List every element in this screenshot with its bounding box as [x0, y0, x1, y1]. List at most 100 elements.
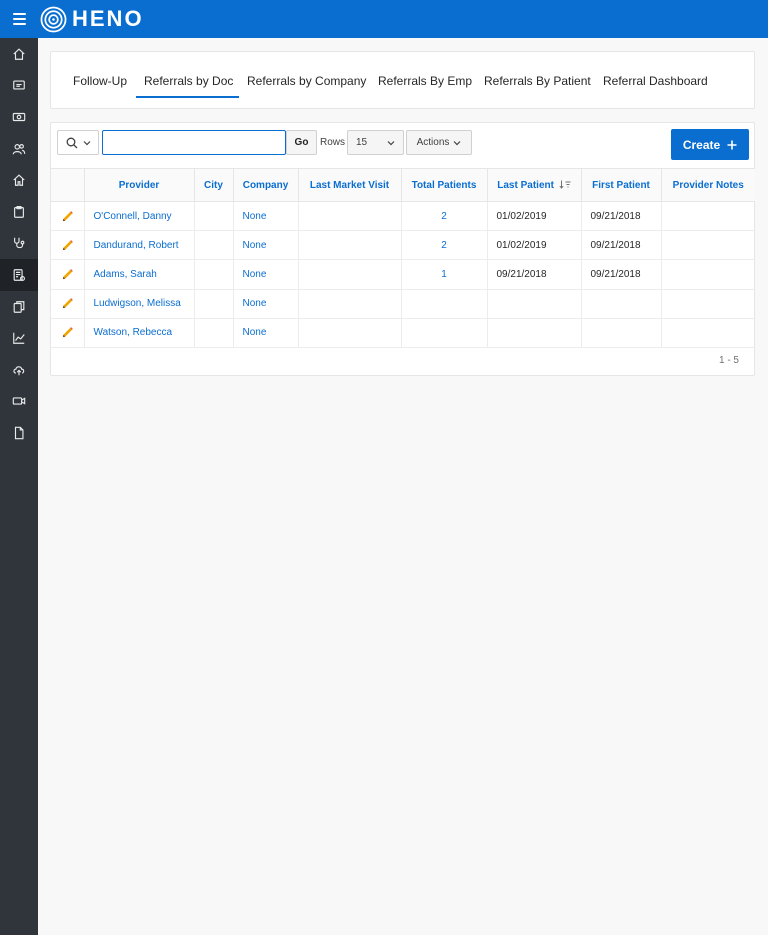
- sidebar-item-stethoscope[interactable]: [0, 228, 38, 260]
- sidebar-item-facilities[interactable]: [0, 164, 38, 196]
- last-market-visit-cell: [298, 318, 402, 348]
- city-cell: [194, 201, 234, 232]
- table-row: Adams, Sarah None 1 09/21/2018 09/21/2018: [51, 259, 755, 290]
- column-header-city[interactable]: City: [194, 168, 234, 202]
- money-icon: [12, 112, 26, 122]
- actions-label: Actions: [416, 137, 450, 148]
- column-header-first-patient[interactable]: First Patient: [581, 168, 662, 202]
- sidebar-item-video[interactable]: [0, 386, 38, 418]
- company-link[interactable]: None: [233, 318, 299, 348]
- company-link[interactable]: None: [233, 259, 299, 290]
- sidebar-item-upload[interactable]: [0, 354, 38, 386]
- actions-menu-button[interactable]: Actions: [406, 130, 472, 155]
- total-patients-link[interactable]: [401, 289, 488, 319]
- provider-notes-cell: [661, 201, 755, 232]
- pencil-edit-icon: [62, 239, 73, 250]
- total-patients-link[interactable]: [401, 318, 488, 348]
- provider-link[interactable]: O'Connell, Danny: [84, 201, 195, 232]
- table-row: Watson, Rebecca None: [51, 318, 755, 348]
- provider-link[interactable]: Adams, Sarah: [84, 259, 195, 290]
- edit-row-button[interactable]: [51, 318, 85, 348]
- tab-referrals-by-company[interactable]: Referrals by Company: [247, 74, 366, 88]
- tab-referrals-by-patient[interactable]: Referrals By Patient: [484, 74, 591, 88]
- first-patient-cell: 09/21/2018: [581, 201, 662, 232]
- top-header-bar: HENO: [0, 0, 768, 38]
- table-row: Dandurand, Robert None 2 01/02/2019 09/21/20…: [51, 230, 755, 261]
- last-patient-cell: 09/21/2018: [487, 259, 582, 290]
- plus-icon: [727, 140, 737, 149]
- sidebar-item-referrals[interactable]: [0, 259, 38, 291]
- sidebar-item-reports[interactable]: [0, 322, 38, 354]
- tab-referral-dashboard[interactable]: Referral Dashboard: [603, 74, 708, 88]
- referrals-report: Go Rows 15 Actions Create Provider City …: [50, 122, 755, 376]
- house-icon: [13, 174, 25, 186]
- app-name: HENO: [72, 6, 144, 31]
- provider-link[interactable]: Dandurand, Robert: [84, 230, 195, 261]
- chevron-down-icon: [453, 140, 461, 145]
- id-card-icon: [13, 80, 25, 90]
- file-icon: [14, 426, 24, 440]
- first-patient-cell: 09/21/2018: [581, 230, 662, 261]
- total-patients-link[interactable]: 2: [401, 230, 488, 261]
- sidebar-item-file[interactable]: [0, 417, 38, 449]
- app-logo[interactable]: HENO: [40, 6, 144, 33]
- column-header-total-patients[interactable]: Total Patients: [401, 168, 488, 202]
- rows-label: Rows: [320, 137, 346, 148]
- company-link[interactable]: None: [233, 289, 299, 319]
- city-cell: [194, 259, 234, 290]
- stethoscope-icon: [14, 238, 25, 249]
- provider-link[interactable]: Ludwigson, Melissa: [84, 289, 195, 319]
- company-link[interactable]: None: [233, 230, 299, 261]
- city-cell: [194, 318, 234, 348]
- sidebar-item-home[interactable]: [0, 38, 38, 70]
- first-patient-cell: [581, 289, 662, 319]
- first-patient-cell: [581, 318, 662, 348]
- column-header-provider[interactable]: Provider: [84, 168, 195, 202]
- chevron-down-icon: [83, 140, 90, 145]
- sidebar-item-clipboard[interactable]: [0, 196, 38, 228]
- edit-row-button[interactable]: [51, 289, 85, 319]
- last-patient-cell: [487, 318, 582, 348]
- sidebar-item-id-card[interactable]: [0, 70, 38, 102]
- heno-logo-icon: [40, 6, 67, 32]
- sidebar-item-documents[interactable]: [0, 291, 38, 323]
- total-patients-link[interactable]: 2: [401, 201, 488, 232]
- tab-follow-up[interactable]: Follow-Up: [73, 74, 127, 88]
- column-header-last-market-visit[interactable]: Last Market Visit: [298, 168, 402, 202]
- column-header-last-patient[interactable]: Last Patient: [487, 168, 582, 202]
- column-header-edit: [51, 168, 85, 202]
- go-button[interactable]: Go: [286, 130, 317, 155]
- clipboard-icon: [14, 205, 24, 218]
- edit-row-button[interactable]: [51, 201, 85, 232]
- sidebar-item-billing[interactable]: [0, 101, 38, 133]
- last-market-visit-cell: [298, 201, 402, 232]
- total-patients-link[interactable]: 1: [401, 259, 488, 290]
- rows-per-page-select[interactable]: 15: [347, 130, 404, 155]
- provider-link[interactable]: Watson, Rebecca: [84, 318, 195, 348]
- home-icon: [13, 48, 25, 60]
- search-column-selector[interactable]: [57, 130, 99, 155]
- create-button[interactable]: Create: [671, 129, 749, 160]
- tab-referrals-by-emp[interactable]: Referrals By Emp: [378, 74, 472, 88]
- table-row: Ludwigson, Melissa None: [51, 289, 755, 319]
- search-input[interactable]: [102, 130, 286, 155]
- sidebar-item-users[interactable]: [0, 133, 38, 165]
- last-market-visit-cell: [298, 230, 402, 261]
- last-patient-cell: [487, 289, 582, 319]
- pencil-edit-icon: [62, 210, 73, 221]
- provider-notes-cell: [661, 289, 755, 319]
- hamburger-menu-icon[interactable]: [0, 0, 38, 38]
- edit-row-button[interactable]: [51, 230, 85, 261]
- pencil-edit-icon: [62, 298, 73, 309]
- column-header-provider-notes[interactable]: Provider Notes: [661, 168, 755, 202]
- last-patient-cell: 01/02/2019: [487, 230, 582, 261]
- active-tab-indicator: [136, 96, 239, 98]
- referrals-table: Provider City Company Last Market Visit …: [51, 168, 755, 348]
- users-icon: [12, 143, 26, 154]
- edit-row-button[interactable]: [51, 259, 85, 290]
- tab-referrals-by-doc[interactable]: Referrals by Doc: [144, 74, 233, 88]
- company-link[interactable]: None: [233, 201, 299, 232]
- column-header-company[interactable]: Company: [233, 168, 299, 202]
- documents-icon: [13, 300, 25, 313]
- provider-notes-cell: [661, 318, 755, 348]
